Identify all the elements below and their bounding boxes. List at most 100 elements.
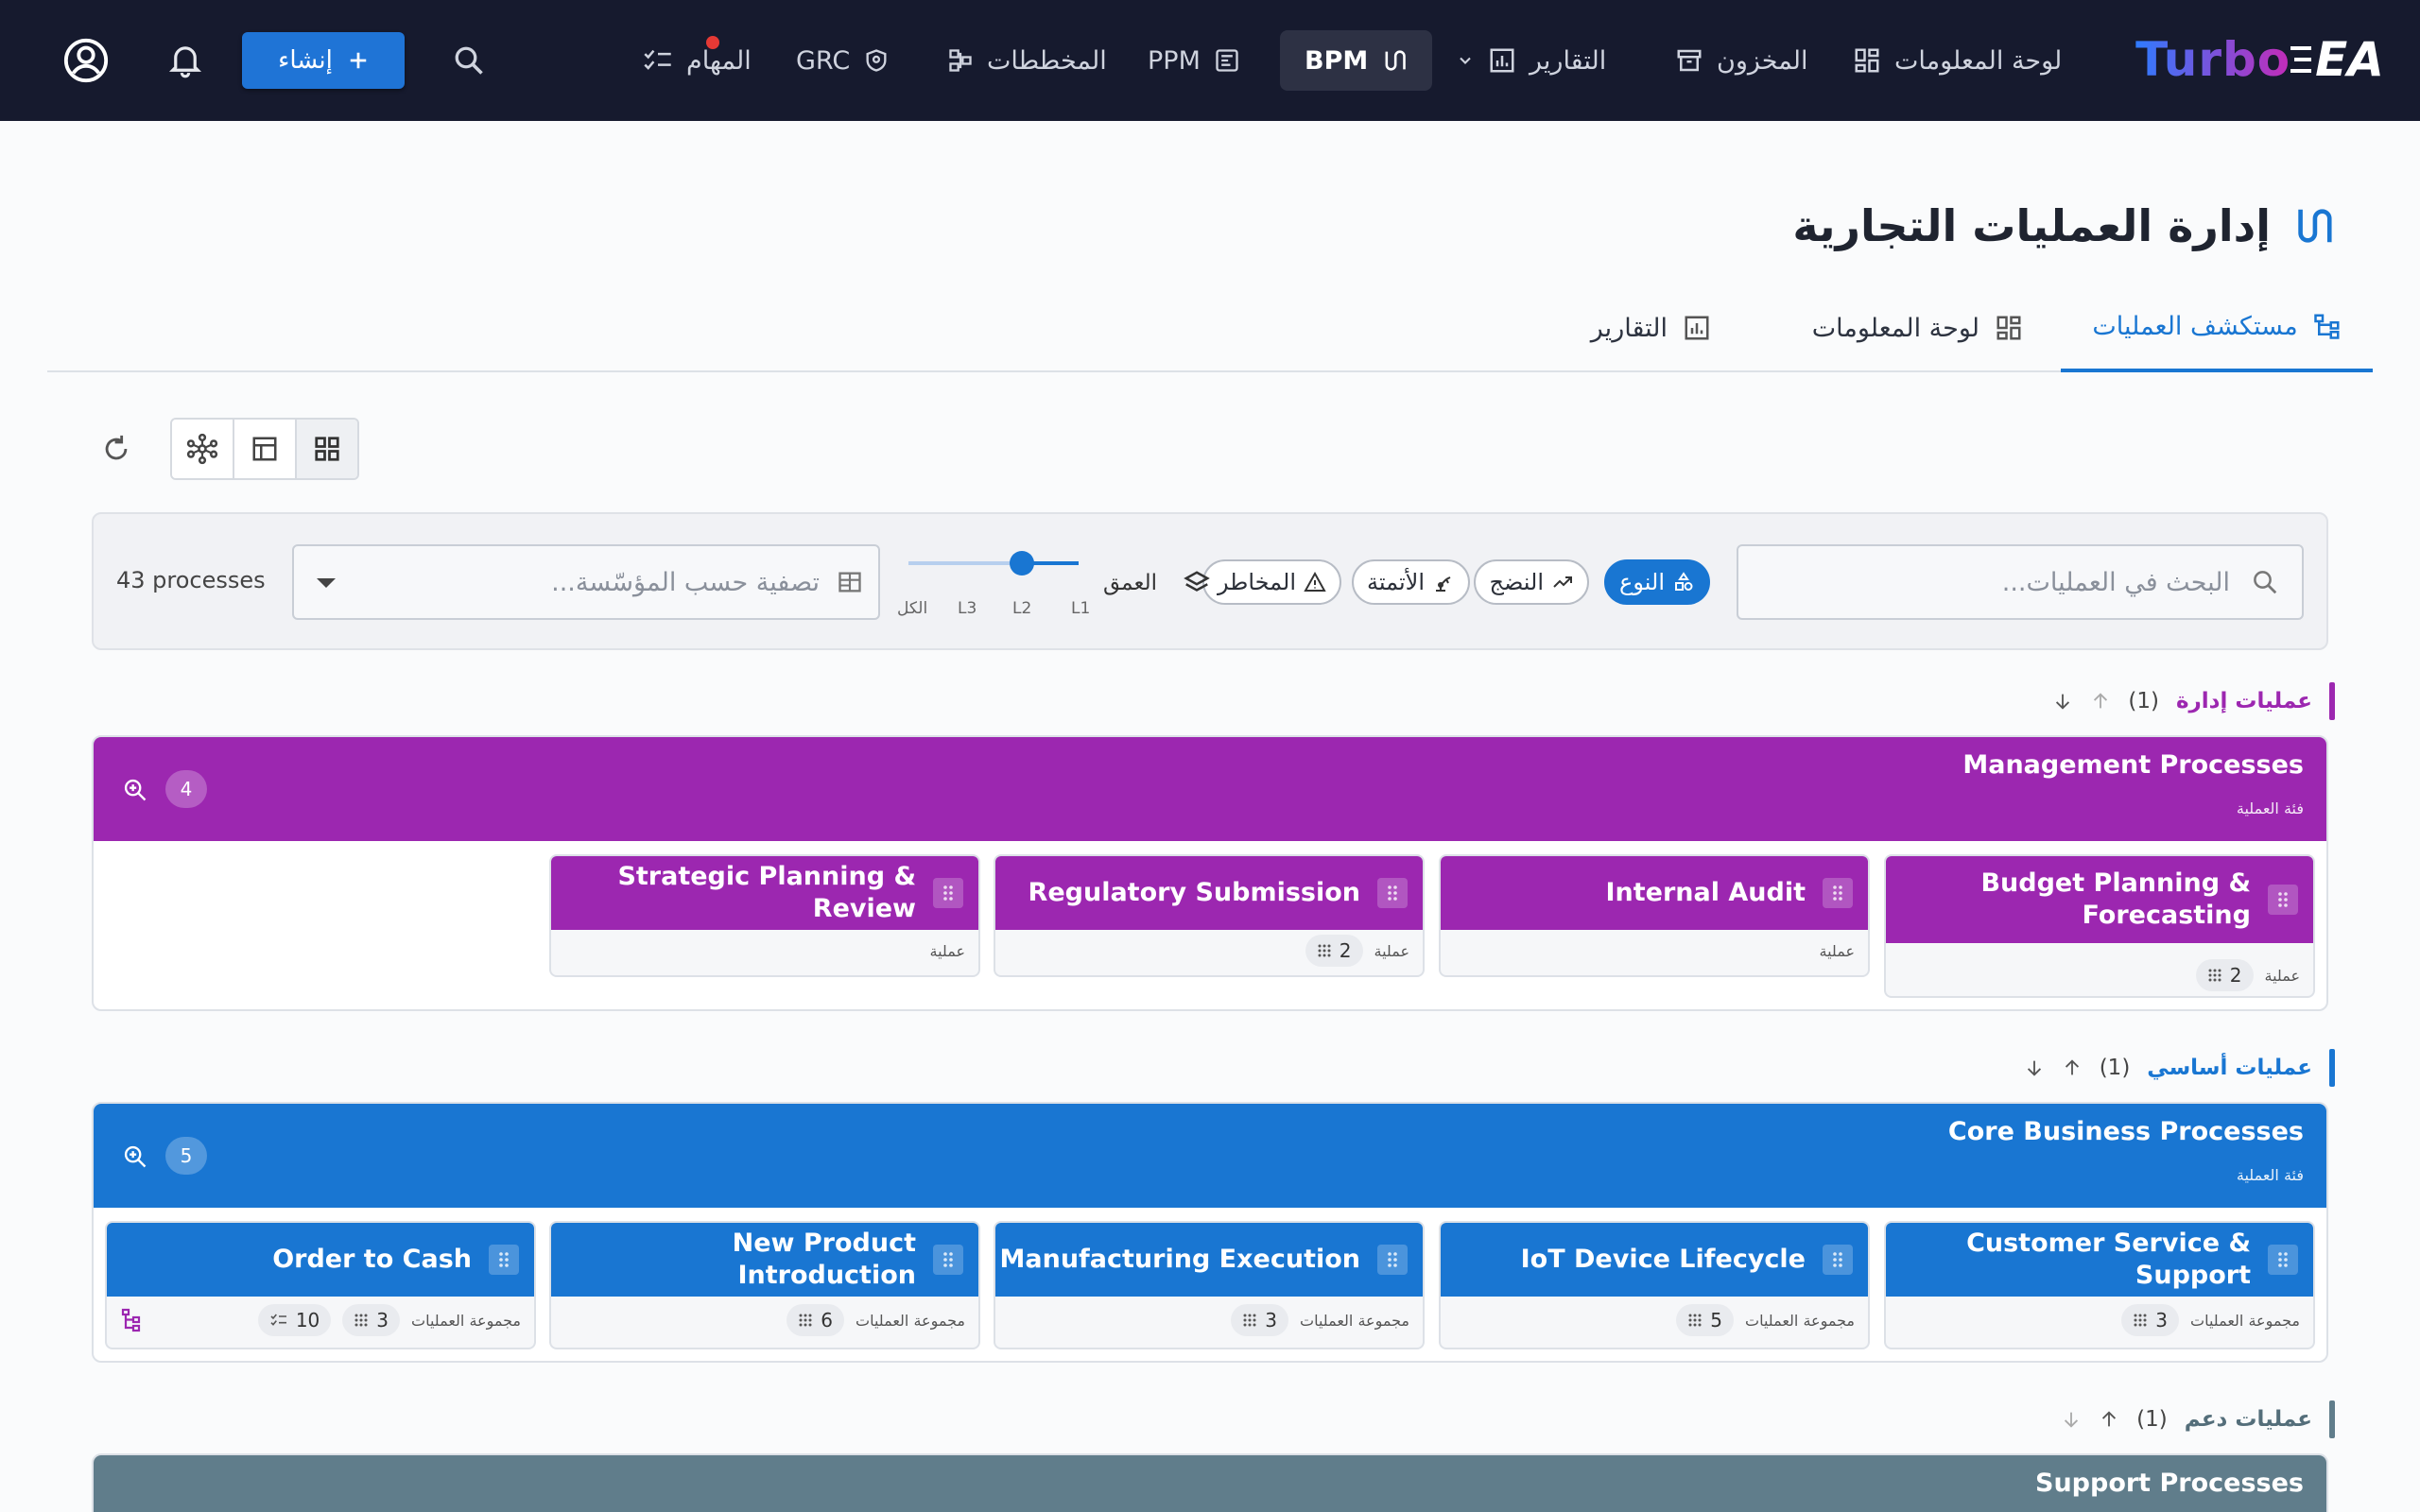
tab-reports[interactable]: التقارير (1591, 284, 1711, 372)
group-title: Management Processes (1962, 750, 2304, 780)
refresh-button[interactable] (100, 433, 132, 465)
org-filter-placeholder: تصفية حسب المؤسّسة... (551, 567, 820, 597)
user-account-button[interactable] (62, 0, 110, 121)
drag-handle-icon[interactable] (1377, 878, 1408, 908)
caret-down-icon[interactable] (315, 576, 337, 590)
process-card-type: مجموعة العمليات (411, 1311, 521, 1330)
process-card-type: عملية (2264, 966, 2301, 985)
view-table-button[interactable] (234, 420, 297, 478)
section-color-bar (2329, 682, 2335, 720)
process-card[interactable]: Strategic Planning & Review عملية (549, 854, 980, 977)
project-icon (1216, 49, 1238, 72)
arrow-up-icon[interactable] (2090, 691, 2111, 712)
process-card-type: عملية (1374, 941, 1410, 960)
section-color-bar (2329, 1400, 2335, 1438)
nav-item-inventory[interactable]: المخزون (1675, 0, 1808, 121)
process-card[interactable]: New Product Introduction مجموعة العمليات… (549, 1221, 980, 1349)
create-label: إنشاء (278, 46, 333, 75)
child-count-pill: 5 (1676, 1304, 1735, 1336)
create-button[interactable]: إنشاء (242, 32, 405, 89)
drag-handle-icon[interactable] (1823, 1245, 1853, 1275)
checklist-icon (270, 1314, 286, 1326)
filter-chip-automation[interactable]: الأتمتة (1351, 559, 1470, 605)
child-count-pill: 3 (342, 1304, 401, 1336)
tab-process-explorer[interactable]: مستكشف العمليات (2061, 284, 2373, 372)
process-card[interactable]: Manufacturing Execution مجموعة العمليات … (994, 1221, 1425, 1349)
process-card-footer: عملية (1441, 926, 1868, 975)
view-network-button[interactable] (172, 420, 234, 478)
drag-handle-icon[interactable] (1377, 1245, 1408, 1275)
filter-chip-risk[interactable]: المخاطر (1201, 559, 1341, 605)
child-count: 3 (1265, 1309, 1278, 1332)
process-card-type: مجموعة العمليات (1745, 1311, 1855, 1330)
group-header-support[interactable]: Support Processes (94, 1455, 2326, 1512)
chip-label-maturity: النضج (1489, 569, 1544, 595)
app-logo[interactable]: Turbo EA (2135, 26, 2384, 93)
process-card-footer: مجموعة العمليات 5 (1441, 1293, 1868, 1348)
filter-chip-type[interactable]: النوع (1604, 559, 1710, 605)
nav-item-ppm[interactable]: PPM (1148, 0, 1240, 121)
layers-icon (1184, 571, 1210, 592)
drag-handle-icon[interactable] (2268, 885, 2298, 915)
arrow-up-icon[interactable] (2062, 1057, 2083, 1078)
chip-label-automation: الأتمتة (1366, 569, 1425, 595)
process-card[interactable]: Customer Service & Support مجموعة العملي… (1884, 1221, 2315, 1349)
process-card[interactable]: IoT Device Lifecycle مجموعة العمليات 5 (1439, 1221, 1870, 1349)
arrow-down-icon[interactable] (2061, 1409, 2082, 1430)
arrow-up-icon[interactable] (2099, 1409, 2119, 1430)
child-count: 3 (2155, 1309, 2169, 1332)
bar-chart-icon (1685, 316, 1709, 340)
bell-icon (168, 46, 202, 78)
process-search-input[interactable]: البحث في العمليات... (1737, 544, 2304, 620)
nav-item-dashboard[interactable]: لوحة المعلومات (1853, 0, 2062, 121)
process-card-title: Strategic Planning & Review (617, 862, 916, 923)
process-card[interactable]: Regulatory Submission عملية 2 (994, 854, 1425, 977)
nav-label-tasks: المهام (686, 45, 752, 76)
filter-chip-maturity[interactable]: النضج (1474, 559, 1589, 605)
zoom-in-icon[interactable] (122, 1143, 148, 1170)
drag-handle-icon[interactable] (2268, 1245, 2298, 1275)
depth-slider-thumb[interactable] (1010, 551, 1034, 576)
nav-item-reports[interactable]: التقارير (1456, 0, 1606, 121)
process-card-type: مجموعة العمليات (1300, 1311, 1409, 1330)
process-card-title: New Product Introduction (732, 1228, 916, 1290)
nav-item-grc[interactable]: GRC (796, 0, 890, 121)
child-count: 2 (2229, 964, 2242, 987)
arrow-down-icon[interactable] (2052, 691, 2073, 712)
group-title: Core Business Processes (1947, 1117, 2304, 1146)
section-header-management: عمليات إدارة (1) (2052, 682, 2335, 720)
notifications-button[interactable] (168, 0, 202, 121)
search-button[interactable] (452, 0, 486, 121)
process-diagram-icon[interactable] (120, 1308, 143, 1332)
trending-up-icon (1553, 576, 1572, 588)
process-card[interactable]: Internal Audit عملية (1439, 854, 1870, 977)
tab-dashboard[interactable]: لوحة المعلومات (1812, 284, 2023, 372)
drag-handle-icon[interactable] (933, 878, 963, 908)
tab-label-dashboard: لوحة المعلومات (1811, 313, 1979, 343)
nav-item-bpm[interactable]: BPM (1280, 30, 1433, 91)
grid-dots-icon (2134, 1314, 2147, 1327)
search-icon (2254, 571, 2277, 594)
group-subtitle: فئة العملية (2236, 1166, 2304, 1184)
view-mode-toggle-group (170, 418, 359, 480)
task-count-pill: 10 (257, 1304, 332, 1336)
hierarchy-icon (2313, 314, 2340, 339)
diagram-icon (949, 49, 972, 72)
group-header-core[interactable]: Core Business Processes فئة العملية 5 (94, 1104, 2326, 1208)
drag-handle-icon[interactable] (1823, 878, 1853, 908)
nav-item-diagrams[interactable]: المخططات (947, 0, 1107, 121)
drag-handle-icon[interactable] (933, 1245, 963, 1275)
robot-arm-icon (1436, 576, 1451, 592)
nav-item-tasks[interactable]: المهام (643, 0, 752, 121)
arrow-down-icon[interactable] (2024, 1057, 2045, 1078)
view-grid-button[interactable] (297, 420, 357, 478)
shield-icon (866, 49, 887, 72)
zoom-in-icon[interactable] (122, 777, 148, 803)
section-header-core: عمليات أساسي (1) (2024, 1049, 2335, 1087)
organization-filter-select[interactable]: تصفية حسب المؤسّسة... (292, 544, 880, 620)
group-header-management[interactable]: Management Processes فئة العملية 4 (94, 737, 2326, 841)
process-card[interactable]: Order to Cash مجموعة العمليات 3 10 (105, 1221, 536, 1349)
process-card[interactable]: Budget Planning & Forecasting عملية 2 (1884, 854, 2315, 998)
drag-handle-icon[interactable] (489, 1245, 519, 1275)
depth-slider[interactable] (908, 551, 1079, 576)
